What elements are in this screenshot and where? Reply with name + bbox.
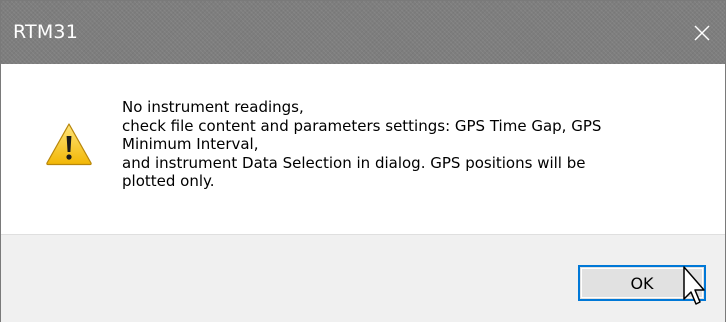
window-title: RTM31 xyxy=(13,21,78,43)
message-line: No instrument readings, xyxy=(122,98,304,116)
mouse-pointer-icon xyxy=(683,266,705,305)
button-bar: OK xyxy=(1,234,725,322)
message-line: and instrument Data Selection in dialog.… xyxy=(122,153,586,172)
close-icon xyxy=(694,25,710,40)
message-line: plotted only. xyxy=(122,172,215,190)
message-area: No instrument readings, check file conte… xyxy=(1,64,725,234)
message-line: check file content and parameters settin… xyxy=(122,116,602,135)
title-bar[interactable]: RTM31 xyxy=(1,1,725,64)
close-button[interactable] xyxy=(679,1,725,64)
message-dialog: RTM31 No instrument readings, check file… xyxy=(0,0,726,322)
message-line: Minimum Interval, xyxy=(122,135,259,153)
message-text: No instrument readings, check file conte… xyxy=(122,98,712,191)
warning-icon xyxy=(46,123,92,166)
